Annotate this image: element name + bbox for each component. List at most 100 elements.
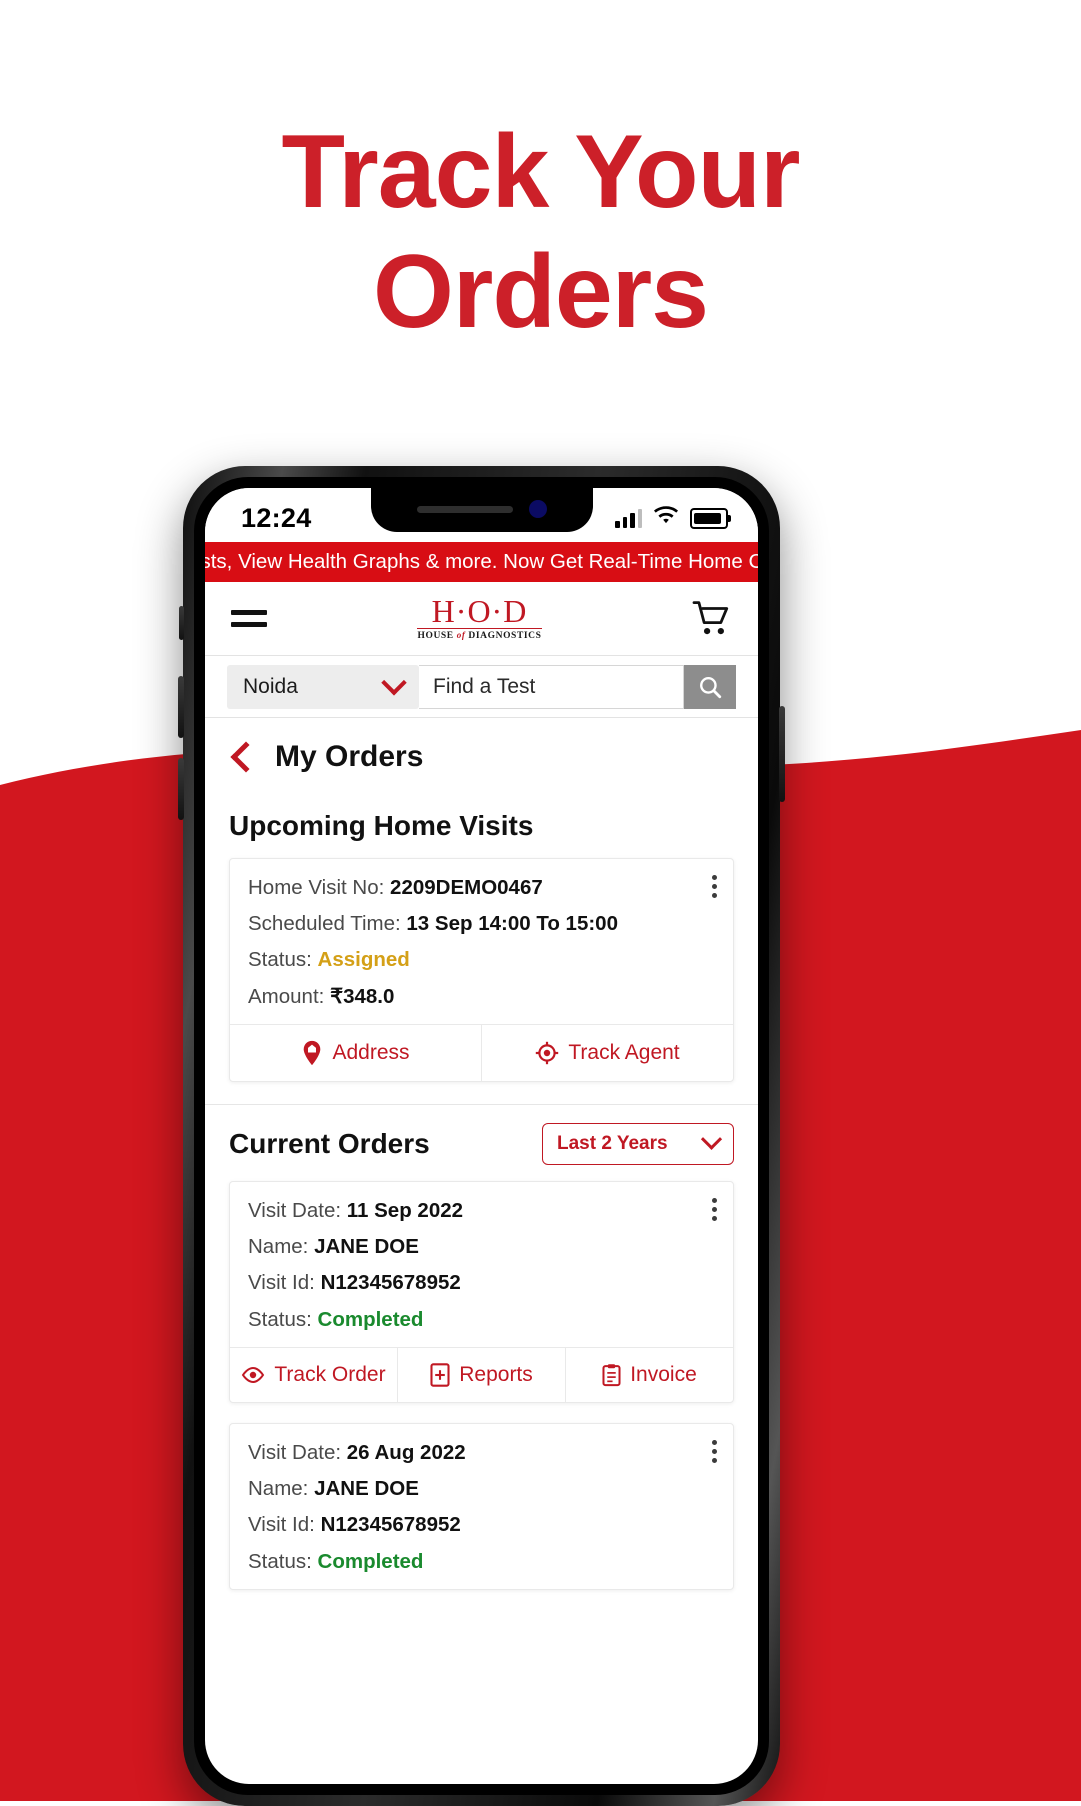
order-date-value: 26 Aug 2022 bbox=[346, 1440, 466, 1464]
track-order-button-label: Track Order bbox=[274, 1362, 386, 1386]
order-name-row: Name: JANE DOE bbox=[248, 1476, 715, 1502]
city-select[interactable]: Noida bbox=[227, 664, 419, 709]
home-visit-number-value: 2209DEMO0467 bbox=[390, 876, 543, 899]
order-card-actions: Track Order Reports Invoice bbox=[230, 1346, 733, 1402]
phone-volume-up-button bbox=[178, 676, 184, 738]
home-visit-card-body: Home Visit No: 2209DEMO0467 Scheduled Ti… bbox=[230, 859, 733, 1024]
status-badge: Completed bbox=[317, 1307, 424, 1331]
date-range-filter-label: Last 2 Years bbox=[557, 1132, 668, 1154]
order-card-body: Visit Date: 11 Sep 2022 Name: JANE DOE V… bbox=[230, 1182, 733, 1347]
track-agent-button-label: Track Agent bbox=[568, 1040, 680, 1064]
logo-tagline-pre: HOUSE bbox=[417, 631, 457, 642]
status-badge: Completed bbox=[317, 1549, 424, 1573]
more-vertical-icon[interactable] bbox=[712, 1197, 717, 1221]
search-button[interactable] bbox=[684, 664, 736, 709]
page-content: My Orders Upcoming Home Visits Home Visi… bbox=[205, 718, 758, 1590]
logo-tagline: HOUSE of DIAGNOSTICS bbox=[417, 631, 541, 642]
phone-screen: 12:24 ck Tests, View Health Graphs bbox=[205, 488, 758, 1784]
order-status-label: Status: bbox=[248, 1549, 312, 1573]
eye-icon bbox=[242, 1366, 265, 1383]
city-select-value: Noida bbox=[243, 674, 298, 698]
order-visit-id-label: Visit Id: bbox=[248, 1271, 315, 1295]
order-card-body: Visit Date: 26 Aug 2022 Name: JANE DOE V… bbox=[230, 1424, 733, 1589]
promo-marquee-banner: ck Tests, View Health Graphs & more. Now… bbox=[205, 542, 758, 582]
search-icon bbox=[700, 676, 722, 698]
more-vertical-icon[interactable] bbox=[712, 1439, 717, 1463]
order-date-label: Visit Date: bbox=[248, 1198, 342, 1222]
current-orders-heading: Current Orders bbox=[229, 1127, 430, 1159]
clipboard-icon bbox=[602, 1364, 621, 1387]
home-visit-time-row: Scheduled Time: 13 Sep 14:00 To 15:00 bbox=[248, 911, 715, 937]
logo-wordmark: H·O·D bbox=[417, 595, 542, 630]
headline-line-1: Track Your bbox=[281, 114, 801, 230]
address-button[interactable]: Address bbox=[230, 1025, 481, 1081]
order-visit-id-row: Visit Id: N12345678952 bbox=[248, 1512, 715, 1538]
chevron-left-icon[interactable] bbox=[230, 741, 262, 773]
status-bar: 12:24 bbox=[205, 488, 758, 542]
earpiece-speaker bbox=[416, 505, 513, 513]
cellular-bars-icon bbox=[615, 508, 642, 528]
upcoming-home-visits-heading: Upcoming Home Visits bbox=[229, 810, 534, 841]
phone-power-button bbox=[779, 706, 785, 802]
phone-notch bbox=[370, 488, 593, 532]
hamburger-menu-icon[interactable] bbox=[231, 610, 267, 627]
order-visit-id-row: Visit Id: N12345678952 bbox=[248, 1270, 715, 1296]
home-visit-status-label: Status: bbox=[248, 948, 312, 972]
order-name-row: Name: JANE DOE bbox=[248, 1234, 715, 1260]
order-card: Visit Date: 26 Aug 2022 Name: JANE DOE V… bbox=[229, 1422, 734, 1590]
front-camera bbox=[528, 500, 547, 518]
home-visit-status-row: Status: Assigned bbox=[248, 947, 715, 973]
target-crosshair-icon bbox=[536, 1041, 559, 1065]
home-visit-number-label: Home Visit No: bbox=[248, 876, 385, 899]
track-agent-button[interactable]: Track Agent bbox=[481, 1024, 733, 1081]
home-visit-amount-value: ₹348.0 bbox=[330, 984, 395, 1008]
track-order-button[interactable]: Track Order bbox=[230, 1348, 397, 1402]
file-plus-icon bbox=[430, 1363, 450, 1387]
status-badge: Assigned bbox=[317, 948, 410, 972]
current-orders-header: Current Orders Last 2 Years bbox=[205, 1103, 758, 1181]
invoice-button[interactable]: Invoice bbox=[565, 1347, 733, 1402]
status-bar-icons bbox=[615, 505, 731, 531]
home-visit-time-value: 13 Sep 14:00 To 15:00 bbox=[406, 912, 618, 936]
status-bar-time: 12:24 bbox=[241, 502, 312, 533]
page-title-row: My Orders bbox=[205, 718, 758, 794]
phone-mockup: 12:24 ck Tests, View Health Graphs bbox=[178, 466, 785, 1806]
order-visit-id-value: N12345678952 bbox=[320, 1513, 461, 1537]
order-status-row: Status: Completed bbox=[248, 1307, 715, 1333]
wifi-icon bbox=[653, 505, 679, 531]
order-date-row: Visit Date: 26 Aug 2022 bbox=[248, 1440, 715, 1466]
more-vertical-icon[interactable] bbox=[712, 875, 717, 898]
address-button-label: Address bbox=[332, 1040, 410, 1064]
date-range-filter[interactable]: Last 2 Years bbox=[542, 1122, 734, 1165]
marquee-text: ck Tests, View Health Graphs & more. Now… bbox=[205, 550, 758, 573]
phone-mute-switch bbox=[179, 606, 184, 640]
search-bar: Noida Find a Test bbox=[205, 656, 758, 718]
order-visit-id-label: Visit Id: bbox=[248, 1513, 315, 1537]
logo-tagline-post: DIAGNOSTICS bbox=[465, 631, 542, 642]
order-status-label: Status: bbox=[248, 1307, 312, 1331]
order-date-value: 11 Sep 2022 bbox=[346, 1198, 464, 1222]
chevron-down-icon bbox=[700, 1129, 723, 1151]
search-input[interactable]: Find a Test bbox=[419, 664, 684, 709]
shopping-cart-icon[interactable] bbox=[692, 600, 732, 637]
page-title: My Orders bbox=[275, 740, 424, 773]
home-visit-card: Home Visit No: 2209DEMO0467 Scheduled Ti… bbox=[229, 858, 734, 1082]
order-date-row: Visit Date: 11 Sep 2022 bbox=[248, 1198, 715, 1224]
map-pin-home-icon bbox=[304, 1040, 321, 1066]
invoice-button-label: Invoice bbox=[630, 1362, 697, 1386]
home-visit-number-row: Home Visit No: 2209DEMO0467 bbox=[248, 875, 715, 901]
order-card: Visit Date: 11 Sep 2022 Name: JANE DOE V… bbox=[229, 1180, 734, 1403]
home-visit-amount-row: Amount: ₹348.0 bbox=[248, 984, 715, 1010]
order-date-label: Visit Date: bbox=[248, 1440, 342, 1464]
order-visit-id-value: N12345678952 bbox=[320, 1271, 461, 1295]
battery-full-icon bbox=[690, 507, 731, 529]
reports-button[interactable]: Reports bbox=[397, 1347, 565, 1402]
app-logo[interactable]: H·O·D HOUSE of DIAGNOSTICS bbox=[417, 595, 542, 642]
chevron-down-icon bbox=[381, 669, 407, 695]
promo-headline: Track Your Orders bbox=[0, 112, 1081, 352]
order-name-label: Name: bbox=[248, 1477, 309, 1501]
order-name-label: Name: bbox=[248, 1235, 309, 1259]
order-name-value: JANE DOE bbox=[314, 1235, 419, 1259]
app-header: H·O·D HOUSE of DIAGNOSTICS bbox=[205, 582, 758, 656]
